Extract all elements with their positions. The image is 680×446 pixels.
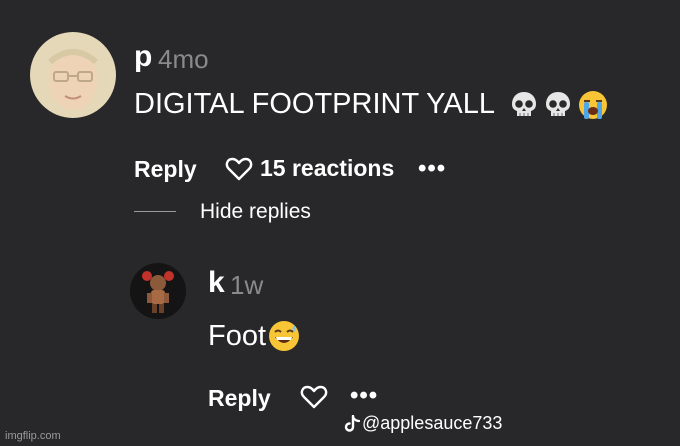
heart-icon[interactable] — [225, 156, 253, 182]
commenter-avatar[interactable] — [30, 32, 116, 118]
replies-divider — [134, 211, 176, 212]
tiktok-credit: @applesauce733 — [344, 413, 502, 434]
reply-reply-button[interactable]: Reply — [208, 385, 271, 412]
comment-text: DIGITAL FOOTPRINT YALL — [134, 88, 495, 120]
reply-button[interactable]: Reply — [134, 156, 197, 183]
skull-emoji — [509, 90, 539, 120]
loudly-crying-emoji — [577, 89, 609, 121]
reply-more-options-button[interactable]: ••• — [350, 382, 378, 410]
imgflip-watermark: imgflip.com — [5, 430, 61, 442]
grinning-sweat-emoji — [267, 319, 301, 353]
more-options-button[interactable]: ••• — [418, 155, 446, 183]
reactions-button[interactable]: 15 reactions — [225, 155, 394, 182]
reactions-count[interactable]: 15 reactions — [260, 155, 394, 182]
comment-timestamp: 4mo — [158, 44, 209, 74]
commenter-username[interactable]: p — [134, 40, 152, 74]
reply-body: Foot — [208, 319, 301, 353]
reply-text: Foot — [208, 319, 267, 352]
skull-emoji — [543, 90, 573, 120]
hide-replies-button[interactable]: Hide replies — [200, 200, 311, 224]
replier-username[interactable]: k — [208, 266, 225, 300]
comment-body: DIGITAL FOOTPRINT YALL — [134, 88, 609, 121]
tiktok-handle: @applesauce733 — [362, 413, 503, 433]
tiktok-icon — [344, 414, 361, 433]
replier-avatar[interactable] — [130, 263, 186, 319]
reply-timestamp: 1w — [230, 270, 264, 300]
heart-icon[interactable] — [300, 384, 328, 410]
